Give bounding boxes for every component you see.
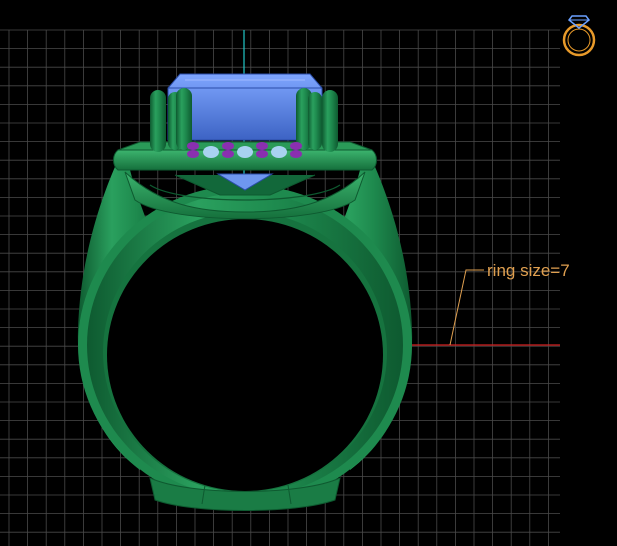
cad-viewport[interactable]: ring size=7: [0, 0, 617, 546]
ring-icon: [562, 15, 596, 57]
ring-inner-hole: [107, 219, 383, 491]
small-stone: [237, 146, 253, 158]
small-stone: [271, 146, 287, 158]
accent-stone: [222, 142, 234, 150]
ring-model[interactable]: [77, 73, 413, 511]
ring-view-icon[interactable]: [556, 4, 602, 60]
accent-stone: [290, 142, 302, 150]
accent-stone: [256, 142, 268, 150]
accent-stone: [256, 150, 268, 158]
ring-size-label: ring size=7: [487, 261, 570, 280]
accent-stone: [290, 150, 302, 158]
accent-stone: [222, 150, 234, 158]
accent-stone: [187, 150, 199, 158]
small-stones: [203, 146, 287, 158]
accent-stone: [187, 142, 199, 150]
small-stone: [203, 146, 219, 158]
ring-scene[interactable]: ring size=7: [0, 0, 617, 546]
